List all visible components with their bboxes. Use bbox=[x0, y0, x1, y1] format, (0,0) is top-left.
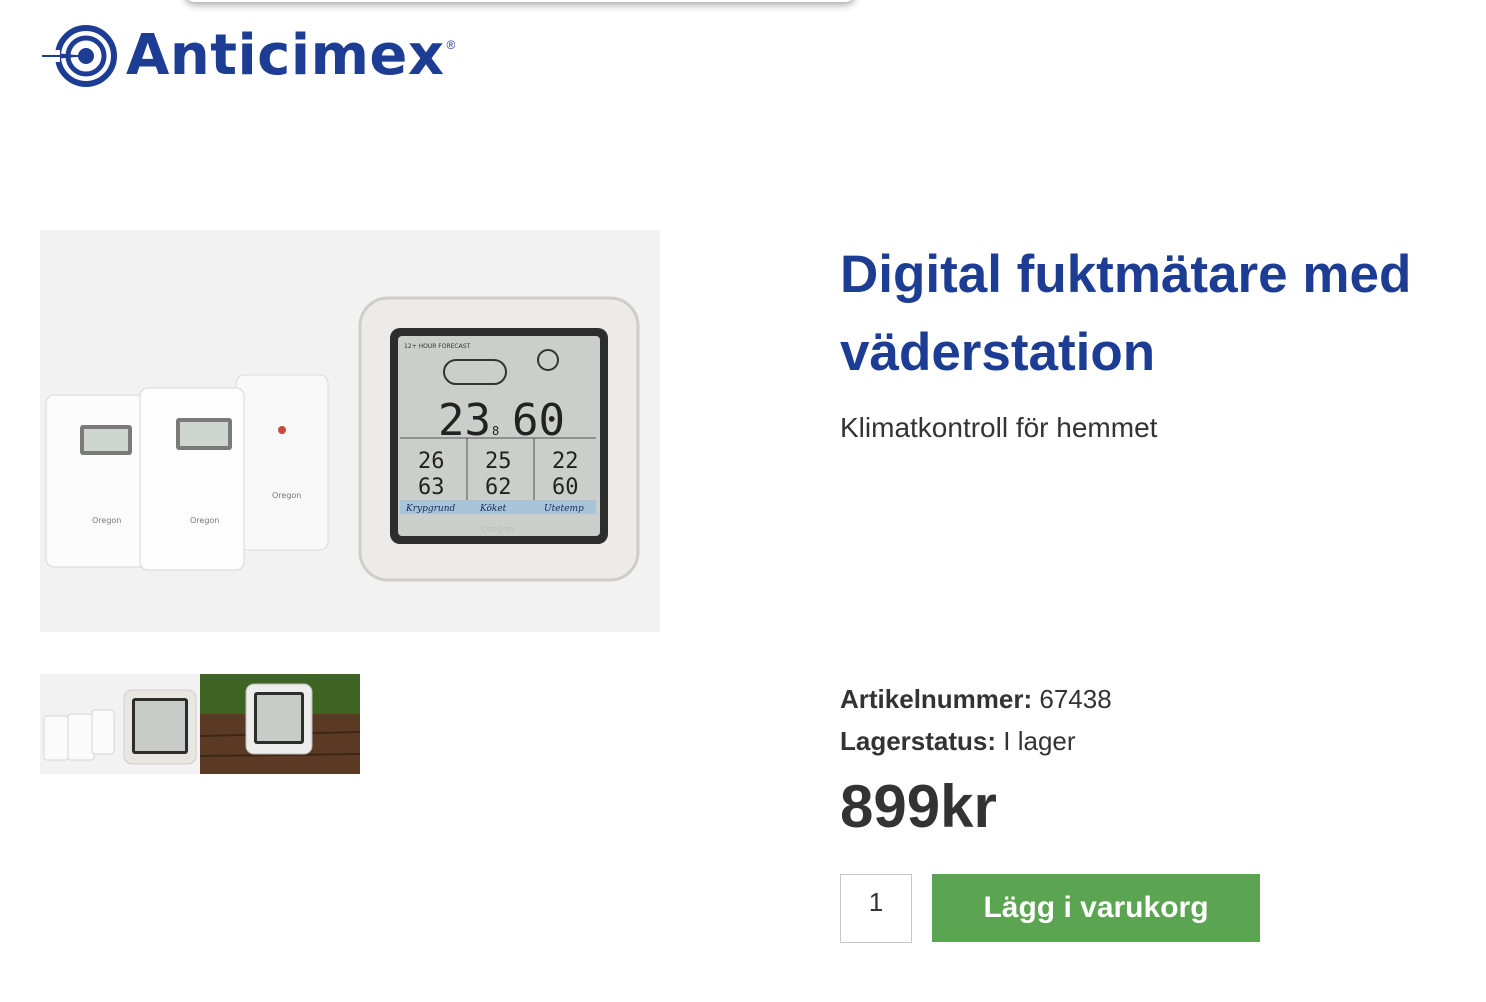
channel-2-label: Köket bbox=[479, 504, 507, 514]
main-product-image[interactable]: Oregon Oregon Oregon 12+ HOUR FORECAST 2… bbox=[40, 230, 660, 632]
weather-station-illustration: Oregon Oregon Oregon 12+ HOUR FORECAST 2… bbox=[40, 230, 660, 632]
thumbnail-2[interactable] bbox=[200, 674, 360, 774]
thumbnail-1-image bbox=[40, 674, 200, 774]
channel-1-label: Krypgrund bbox=[405, 504, 456, 514]
brand-name: Anticimex bbox=[126, 23, 445, 88]
product-subtitle: Klimatkontroll för hemmet bbox=[840, 412, 1158, 443]
thumbnail-2-image bbox=[200, 674, 360, 774]
sensor-brand-3: Oregon bbox=[272, 491, 301, 500]
channel-2-humidity: 62 bbox=[485, 475, 512, 500]
sensor-brand-2: Oregon bbox=[190, 516, 219, 525]
anticimex-logo[interactable]: Anticimex ® bbox=[42, 24, 455, 88]
channel-1-temp: 26 bbox=[418, 449, 445, 474]
stock-status-row: Lagerstatus: I lager bbox=[840, 726, 1076, 757]
article-number-value: 67438 bbox=[1039, 684, 1112, 714]
product-title: Digital fuktmätare med väderstation bbox=[840, 245, 1412, 382]
add-to-cart-button[interactable]: Lägg i varukorg bbox=[932, 874, 1260, 942]
channel-3-humidity: 60 bbox=[552, 475, 579, 500]
channel-3-temp: 22 bbox=[552, 449, 579, 474]
registered-mark: ® bbox=[446, 38, 456, 52]
main-temp-decimal: 8 bbox=[492, 424, 499, 438]
channel-2-temp: 25 bbox=[485, 449, 512, 474]
article-number-label: Artikelnummer: bbox=[840, 684, 1033, 714]
stock-status-label: Lagerstatus: bbox=[840, 726, 997, 756]
sensor-brand-1: Oregon bbox=[92, 516, 121, 525]
thumbnail-1[interactable] bbox=[40, 674, 200, 774]
channel-1-humidity: 63 bbox=[418, 475, 445, 500]
station-brand: Oregon bbox=[481, 525, 514, 535]
popup-edge bbox=[185, 0, 855, 2]
article-number-row: Artikelnummer: 67438 bbox=[840, 684, 1112, 715]
product-price: 899kr bbox=[840, 773, 997, 840]
anticimex-emblem-icon bbox=[42, 25, 117, 87]
forecast-label: 12+ HOUR FORECAST bbox=[404, 343, 471, 350]
channel-3-label: Utetemp bbox=[544, 504, 584, 514]
quantity-input[interactable]: 1 bbox=[840, 874, 912, 943]
stock-status-value: I lager bbox=[1003, 726, 1076, 756]
